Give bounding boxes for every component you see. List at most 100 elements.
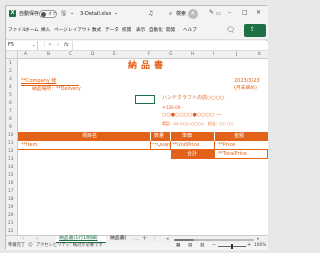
zoom-slider-handle[interactable]	[231, 244, 233, 249]
zoom-out-icon[interactable]: −	[212, 243, 216, 248]
autosave-toggle[interactable]: オフ	[39, 10, 57, 18]
header-divider	[150, 132, 151, 141]
sheet-grid[interactable]: 納品書 **Company 様 納品場所：**Delivery 2023/3/2…	[18, 59, 268, 235]
tab-data[interactable]: データ	[105, 28, 119, 34]
sheet-tab-second[interactable]: 納品書(	[110, 236, 126, 242]
tab-layout[interactable]: レイアウト	[68, 28, 91, 34]
avatar[interactable]: A	[188, 9, 198, 19]
row-header[interactable]: 18	[8, 197, 13, 202]
share-button[interactable]: ⇪	[244, 24, 266, 37]
table-row[interactable]: **Item **Quan **UnitPrice **Price	[18, 141, 268, 150]
column-header[interactable]: I	[213, 52, 214, 58]
tab-formulas[interactable]: 数式	[92, 28, 101, 34]
column-header[interactable]: H	[191, 52, 194, 58]
column-header[interactable]: E	[113, 52, 116, 58]
horizontal-scrollbar[interactable]	[174, 239, 254, 241]
row-header[interactable]: 1	[9, 61, 12, 66]
minimize-icon[interactable]: –	[228, 10, 231, 16]
total-value-cell[interactable]: **TotalPrice	[214, 150, 268, 159]
row-header[interactable]: 9	[9, 125, 12, 130]
delivery-cell[interactable]: 納品場所：**Delivery	[32, 87, 81, 93]
tab-page[interactable]: ページ	[54, 28, 68, 34]
add-sheet-button[interactable]: +	[142, 236, 147, 242]
row-header[interactable]: 19	[8, 205, 13, 210]
cancel-icon[interactable]: ✕	[48, 43, 52, 48]
column-header[interactable]: F	[148, 52, 151, 58]
page-break-icon[interactable]: ▥	[200, 243, 204, 249]
row-header[interactable]: 12	[8, 149, 13, 154]
row-header[interactable]: 5	[9, 93, 12, 98]
tab-review[interactable]: 校閲	[122, 28, 131, 34]
row-header[interactable]: 21	[8, 221, 13, 226]
tab-developer[interactable]: 開発	[166, 28, 175, 34]
tab-view[interactable]: 表示	[136, 28, 145, 34]
row-header[interactable]: 10	[8, 133, 13, 138]
tab-insert[interactable]: 挿入	[41, 28, 50, 34]
row-header[interactable]: 13	[8, 157, 13, 162]
row-header[interactable]: 2	[9, 69, 12, 74]
chevron-left-icon[interactable]: ‹	[22, 237, 24, 242]
column-header[interactable]: C	[69, 52, 72, 58]
column-header[interactable]: G	[169, 52, 173, 58]
save-icon[interactable]: 🖫	[61, 11, 66, 17]
scroll-left-icon[interactable]: ◂	[166, 237, 169, 242]
zoom-in-icon[interactable]: +	[247, 243, 251, 248]
scroll-right-icon[interactable]: ▸	[257, 237, 260, 242]
search-label[interactable]: 検索	[176, 12, 186, 17]
column-header[interactable]: K	[258, 52, 261, 58]
column-header[interactable]: D	[91, 52, 94, 58]
total-label-cell[interactable]: 合計	[171, 150, 214, 159]
close-icon[interactable]: ✕	[256, 10, 261, 16]
formula-input[interactable]	[72, 41, 268, 50]
chevron-down-icon[interactable]: ⌄	[114, 11, 118, 16]
chevron-down-icon[interactable]: ⌄	[70, 11, 74, 16]
date-cell[interactable]: 2023/3/23	[234, 79, 260, 84]
tab-help[interactable]: ヘルプ	[183, 28, 197, 34]
selected-cell-f5[interactable]	[135, 95, 155, 104]
search-icon[interactable]: ⌕	[169, 11, 172, 17]
chevron-down-icon[interactable]: ⌄	[32, 43, 35, 47]
row-header[interactable]: 7	[9, 109, 12, 114]
fx-icon[interactable]: fx	[64, 43, 69, 48]
select-all-button[interactable]	[6, 51, 18, 59]
row-header[interactable]: 20	[8, 213, 13, 218]
page-layout-icon[interactable]: ▤	[188, 243, 192, 249]
chevron-right-icon[interactable]: ›	[36, 237, 38, 242]
row-header[interactable]: 6	[9, 101, 12, 106]
unit-price-cell[interactable]: **UnitPrice	[172, 143, 199, 148]
row-header[interactable]: 4	[9, 85, 12, 90]
price-cell[interactable]: **Price	[218, 143, 235, 148]
tab-automate[interactable]: 自動化	[149, 28, 163, 34]
normal-view-icon[interactable]: ▦	[176, 243, 180, 249]
accessibility-status[interactable]: アクセシビリティ: 検討が必要です	[36, 243, 103, 248]
qty-cell[interactable]: **Quan	[152, 143, 170, 148]
company-cell[interactable]: **Company 様	[21, 79, 56, 84]
item-cell[interactable]: **Item	[21, 143, 37, 148]
tab-file[interactable]: ファイル	[8, 28, 26, 34]
bell-icon[interactable]: ♫	[148, 11, 153, 17]
more-sheets-icon[interactable]: …	[134, 237, 139, 242]
zoom-level[interactable]: 100%	[254, 243, 266, 248]
comment-icon[interactable]: 🗨	[226, 27, 235, 34]
more-icon[interactable]: ⋮	[152, 237, 157, 242]
maximize-icon[interactable]: □	[242, 10, 248, 16]
pen-icon[interactable]: ✎	[209, 10, 214, 16]
name-box[interactable]: F5 ⌄	[6, 41, 38, 50]
enter-icon[interactable]: ✓	[56, 43, 60, 48]
column-header[interactable]: A	[24, 52, 27, 58]
zoom-slider[interactable]	[218, 244, 246, 249]
sheet-tab-active[interactable]: 納品書(1行1明細)	[56, 236, 106, 243]
row-header[interactable]: 17	[8, 189, 13, 194]
row-header[interactable]: 16	[8, 181, 13, 186]
row-header[interactable]: 15	[8, 173, 13, 178]
row-header[interactable]: 22	[8, 229, 13, 234]
row-header[interactable]: 8	[9, 117, 12, 122]
column-header[interactable]: J	[236, 52, 237, 58]
ribbon-display-icon[interactable]: ▭	[216, 12, 221, 17]
tab-home[interactable]: ホーム	[25, 28, 39, 34]
row-header[interactable]: 3	[9, 77, 12, 82]
row-header[interactable]: 14	[8, 165, 13, 170]
column-header[interactable]: B	[47, 52, 50, 58]
scrollbar-thumb[interactable]	[174, 239, 194, 241]
row-header[interactable]: 11	[8, 141, 13, 146]
